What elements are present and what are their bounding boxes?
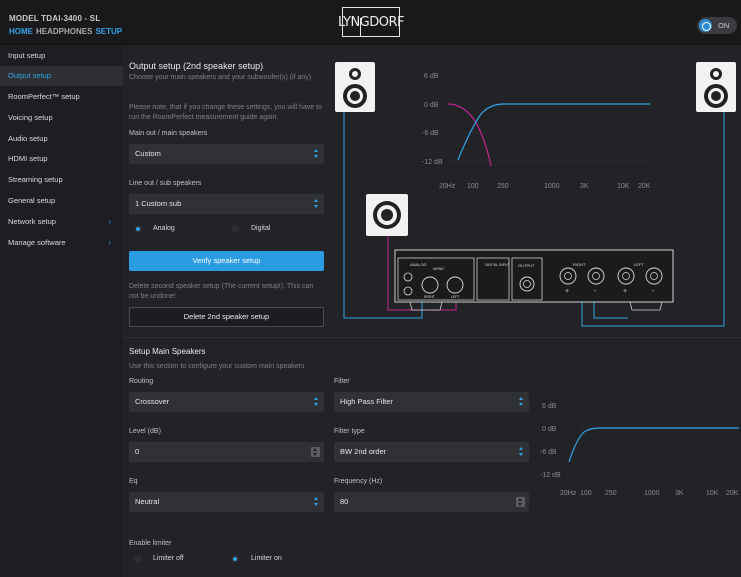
top-graph-xlabel: 10K xyxy=(617,183,630,190)
main-speaker-left-icon xyxy=(335,62,375,112)
right-terminal-label: RIGHT xyxy=(573,262,586,267)
top-graph-xlabel: 3K xyxy=(580,183,589,190)
bottom-graph-xlabel: 20K xyxy=(726,490,739,497)
subwoofer-icon xyxy=(366,194,408,236)
bottom-graph-xlabel: 1000 xyxy=(644,490,660,497)
bottom-graph-xlabel: 250 xyxy=(605,490,617,497)
digital-input-label: DIGITAL INPUT xyxy=(485,263,511,267)
bottom-response-graph: 6 dB 0 dB -6 dB -12 dB 20Hz 100 250 1000… xyxy=(540,403,739,497)
bottom-graph-xlabel: 100 xyxy=(580,490,592,497)
analog-right-label: RIGHT xyxy=(424,295,436,299)
analog-label: ANALOG xyxy=(410,262,427,267)
top-graph-ylabel: -6 dB xyxy=(422,130,439,137)
top-graph-xlabel: 1000 xyxy=(544,183,560,190)
top-graph-xlabel: 100 xyxy=(467,183,479,190)
speaker-diagram: 6 dB 0 dB -6 dB -12 dB 20Hz 100 250 1000… xyxy=(335,62,739,497)
top-graph-xlabel: 20Hz xyxy=(439,183,456,190)
analog-left-label: LEFT xyxy=(451,295,460,299)
plus-label: + xyxy=(623,288,627,295)
bottom-graph-xlabel: 10K xyxy=(706,490,719,497)
plus-label: + xyxy=(565,288,569,295)
bottom-graph-xlabel: 20Hz xyxy=(560,490,577,497)
bottom-graph-ylabel: 6 dB xyxy=(542,403,557,410)
top-graph-xlabel: 20K xyxy=(638,183,651,190)
amplifier-rear-panel: ANALOG MONO RIGHT LEFT DIGITAL INPUT OUT… xyxy=(394,249,674,311)
top-response-graph: 6 dB 0 dB -6 dB -12 dB 20Hz 100 250 1000… xyxy=(422,73,653,190)
mono-label: MONO xyxy=(433,267,444,271)
top-graph-ylabel: -12 dB xyxy=(422,159,443,166)
bottom-graph-ylabel: -12 dB xyxy=(540,472,561,479)
bottom-graph-xlabel: 3K xyxy=(675,490,684,497)
main-speaker-right-icon xyxy=(696,62,736,112)
bottom-graph-ylabel: 0 dB xyxy=(542,426,557,433)
top-graph-ylabel: 0 dB xyxy=(424,102,439,109)
bottom-highpass-curve xyxy=(568,427,739,463)
top-graph-xlabel: 250 xyxy=(497,183,509,190)
bottom-graph-ylabel: -6 dB xyxy=(540,449,557,456)
top-graph-ylabel: 6 dB xyxy=(424,73,439,80)
output-label: OUTPUT xyxy=(518,263,535,268)
left-terminal-label: LEFT xyxy=(634,262,644,267)
